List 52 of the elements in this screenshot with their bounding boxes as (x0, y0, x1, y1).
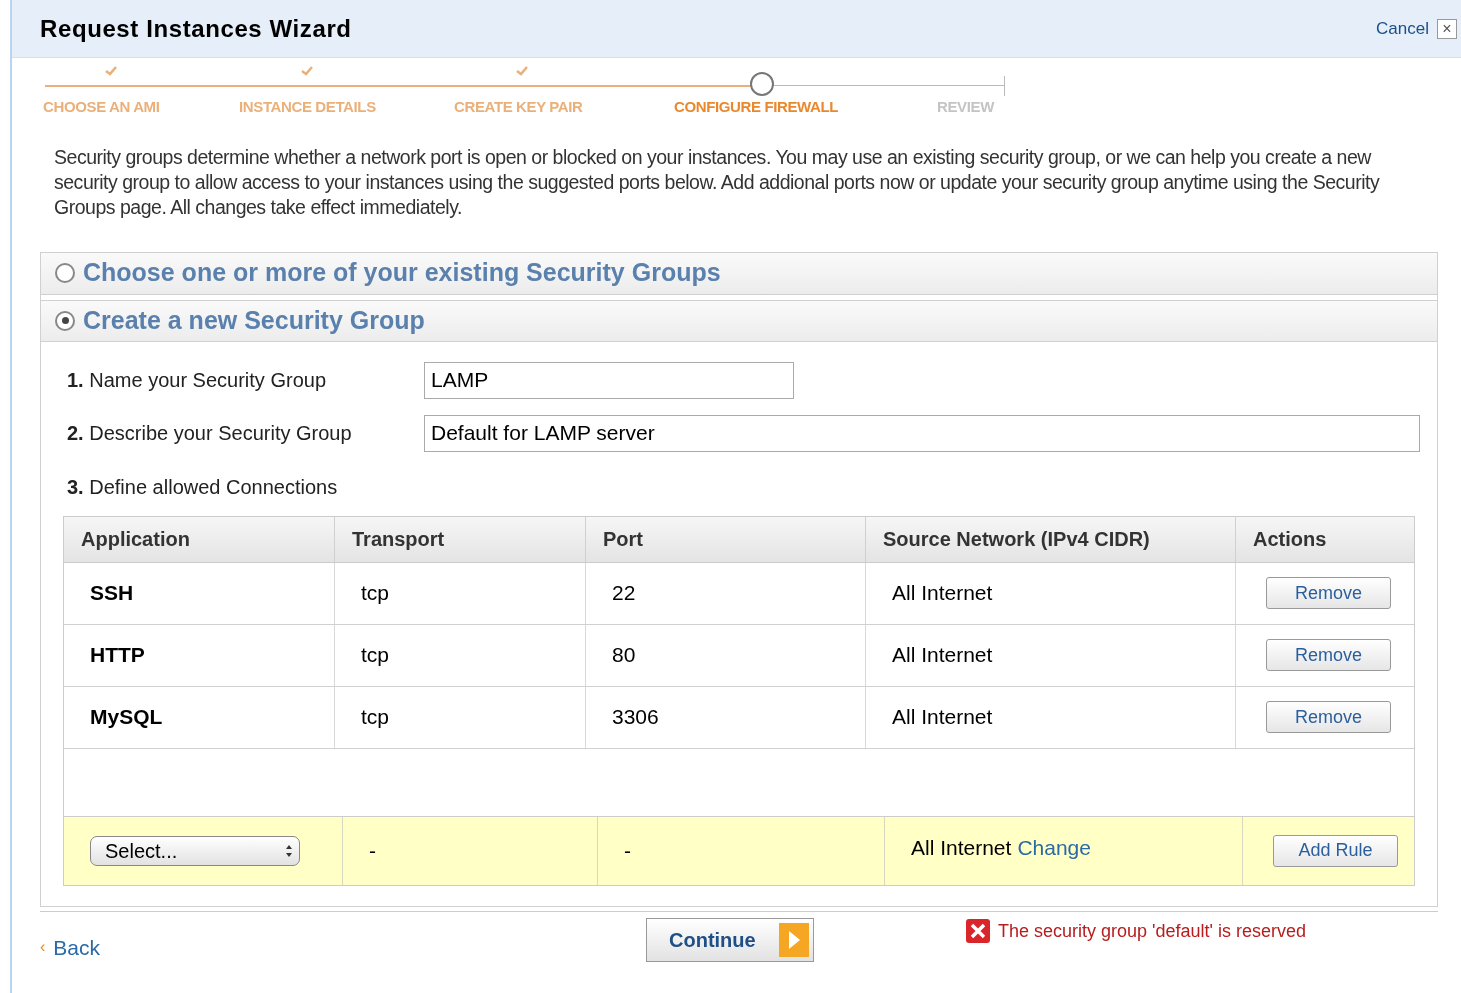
field-label: 3. Define allowed Connections (67, 474, 339, 500)
column-header: Actions (1253, 527, 1327, 552)
close-button[interactable]: × (1437, 18, 1457, 39)
step-label: INSTANCE DETAILS (239, 97, 377, 117)
error-icon (966, 919, 990, 943)
name-field[interactable]: LAMP (424, 361, 794, 399)
play-icon (779, 922, 809, 957)
cancel-link[interactable]: Cancel (1376, 15, 1429, 42)
table-cell-text: tcp (361, 642, 389, 669)
option-label: Create a new Security Group (83, 304, 425, 336)
error-message: The security group 'default' is reserved (998, 919, 1307, 943)
table-cell-text: tcp (361, 704, 389, 731)
table-cell-text: 22 (612, 580, 636, 607)
radio-button[interactable] (55, 263, 75, 283)
option-label: Choose one or more of your existing Security Groups (83, 257, 721, 289)
table-cell-text: - (624, 837, 631, 864)
step-label: CONFIGURE FIREWALL (674, 97, 840, 117)
field-label: 1. Name your Security Group (67, 368, 327, 393)
step-label: CHOOSE AN AMI (43, 97, 161, 117)
change-link[interactable]: Change (1017, 831, 1091, 864)
back-link[interactable]: ‹ Back (40, 931, 100, 963)
column-header: Port (603, 527, 643, 552)
remove-button[interactable]: Remove (1266, 639, 1391, 671)
remove-button[interactable]: Remove (1266, 577, 1391, 609)
add-rule-button[interactable]: Add Rule (1273, 834, 1398, 867)
table-cell-text: All Internet (892, 704, 993, 731)
table-cell-text: HTTP (90, 642, 145, 669)
table-cell-text: 3306 (612, 704, 659, 731)
table-cell-text: MySQL (90, 704, 163, 731)
step-label: REVIEW (937, 97, 996, 117)
field-label: 2. Describe your Security Group (67, 421, 353, 446)
stepper-arrows-icon (285, 843, 293, 858)
window-title: Request Instances Wizard (40, 13, 352, 44)
intro-text: Security groups determine whether a network port is open or blocked on your instances. You may use an existing security group, or we can help you create a new security group to allow access to your instances using the suggested ports below. Add addional ports now or update your security group anytime using the Security Groups page. All changes take effect immediately. (54, 144, 1381, 220)
column-header: Transport (352, 527, 445, 552)
table-cell-text: - (369, 837, 376, 864)
radio-button[interactable] (55, 310, 75, 331)
table-cell-text: All Internet (911, 834, 1012, 861)
column-header: Application (81, 527, 190, 552)
continue-button[interactable]: Continue (646, 917, 814, 962)
table-cell-text: SSH (90, 580, 134, 607)
option-header[interactable]: Choose one or more of your existing Security Groups (41, 252, 1437, 295)
column-header: Source Network (IPv4 CIDR) (883, 527, 1150, 552)
description-field[interactable]: Default for LAMP server (424, 414, 1420, 452)
remove-button[interactable]: Remove (1266, 701, 1391, 733)
table-cell-text: tcp (361, 580, 389, 607)
table-cell-text: All Internet (892, 642, 993, 669)
table-cell-text: 80 (612, 642, 636, 669)
option-header[interactable]: Create a new Security Group (41, 299, 1437, 342)
table-cell-text: All Internet (892, 580, 993, 607)
application-select[interactable]: Select... (90, 835, 300, 866)
step-label: CREATE KEY PAIR (454, 97, 584, 117)
